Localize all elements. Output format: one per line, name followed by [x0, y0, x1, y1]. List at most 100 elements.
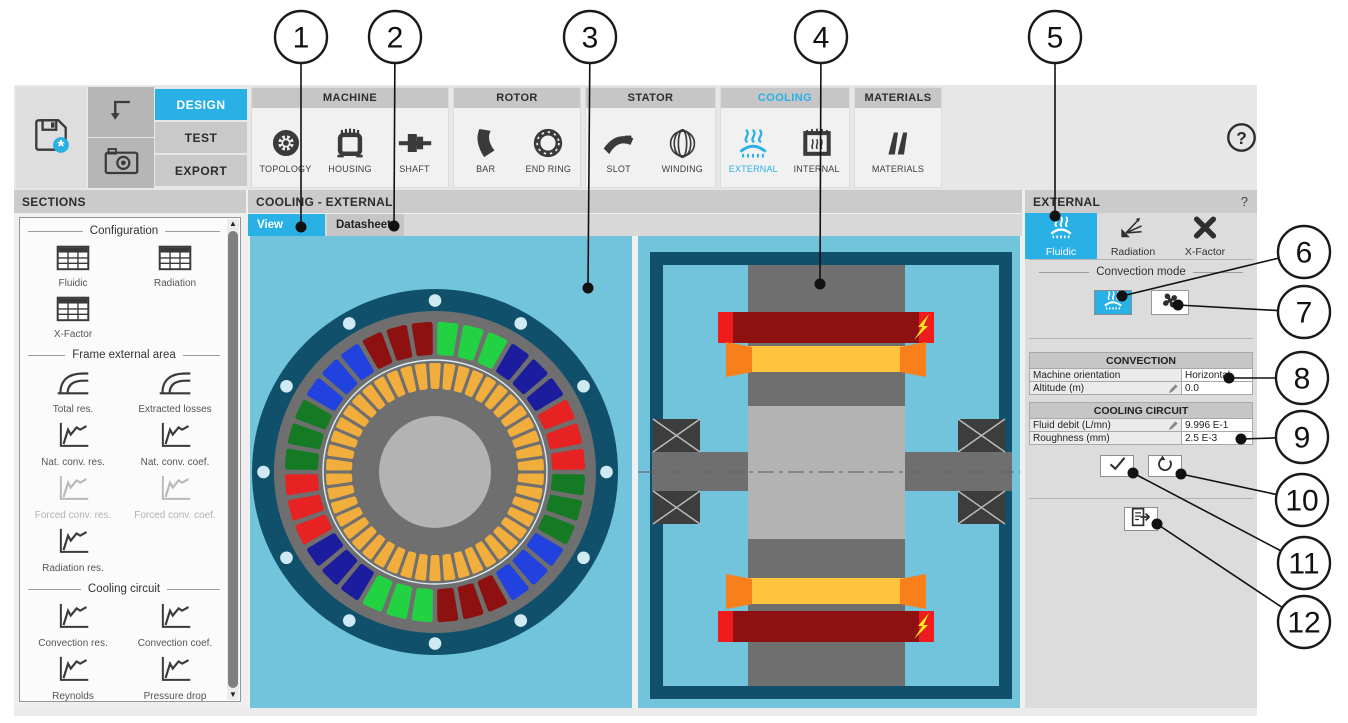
external-tab-x-factor[interactable]: X-Factor [1169, 213, 1241, 259]
tool-item-end-ring[interactable]: END RING [517, 123, 579, 174]
fan-icon [1158, 290, 1182, 316]
external-tab-radiation[interactable]: Radiation [1097, 213, 1169, 259]
external-icon [735, 123, 771, 163]
tool-item-slot[interactable]: SLOT [588, 123, 650, 174]
callout-circle-2 [369, 11, 421, 63]
section-item-total-res[interactable]: Total res. [22, 364, 124, 417]
section-item-x-factor[interactable]: X-Factor [22, 291, 124, 342]
section-item-label: Convection res. [38, 638, 107, 649]
tool-item-bar[interactable]: BAR [455, 123, 517, 174]
external-tabs: FluidicRadiationX-Factor [1025, 213, 1241, 259]
section-group-configuration-label: Configuration [28, 225, 220, 237]
table-row-altitude-m: Altitude (m)0.0 [1030, 382, 1253, 395]
callout-circle-1 [275, 11, 327, 63]
row-value[interactable]: 2.5 E-3 [1182, 432, 1253, 445]
callout-circle-3 [564, 11, 616, 63]
section-item-extracted-losses[interactable]: Extracted losses [124, 364, 226, 417]
external-panel: EXTERNAL ? FluidicRadiationX-Factor Conv… [1025, 190, 1257, 710]
radial-cross-section-view[interactable] [250, 236, 632, 708]
callout-number-4: 4 [813, 22, 830, 55]
sections-list: ConfigurationFluidicRadiationX-FactorFra… [22, 218, 226, 702]
tool-item-label: MATERIALS [872, 164, 924, 174]
view-tabbar: ViewDatasheet [248, 214, 1022, 236]
section-item-label: Convection coef. [138, 638, 213, 649]
tab-view[interactable]: View [248, 214, 325, 236]
external-tab-fluidic[interactable]: Fluidic [1025, 213, 1097, 259]
toolbar-group-title: STATOR [586, 88, 715, 108]
scroll-down-icon[interactable]: ▼ [227, 690, 239, 700]
section-item-label: Nat. conv. coef. [141, 457, 210, 468]
heatwaves-icon [1047, 215, 1075, 245]
callout-circle-4 [795, 11, 847, 63]
topology-icon [268, 123, 304, 163]
toolbar-groups: MACHINETOPOLOGYHOUSINGSHAFTROTORBAREND R… [251, 87, 942, 188]
natural-convection-button[interactable] [1094, 290, 1132, 315]
section-item-convection-res[interactable]: Convection res. [22, 598, 124, 651]
section-item-reynolds[interactable]: Reynolds [22, 651, 124, 702]
callout-number-6: 6 [1296, 237, 1313, 270]
section-item-radiation[interactable]: Radiation [124, 240, 226, 291]
undo-button[interactable] [88, 87, 154, 137]
tool-item-internal[interactable]: INTERNAL [786, 123, 848, 174]
heatwaves-icon [1101, 290, 1125, 316]
toolbar-group-title: MATERIALS [855, 88, 941, 108]
section-item-nat-conv-coef[interactable]: Nat. conv. coef. [124, 417, 226, 470]
divider [1029, 259, 1253, 260]
scroll-up-icon[interactable]: ▲ [227, 219, 239, 229]
end-ring-icon [531, 123, 565, 163]
row-value[interactable]: Horizontal [1182, 369, 1253, 382]
toolbar-group-machine: MACHINETOPOLOGYHOUSINGSHAFT [251, 87, 449, 188]
toolbar-group-body: TOPOLOGYHOUSINGSHAFT [252, 108, 448, 187]
export-results-button[interactable] [1124, 507, 1158, 531]
tab-datasheet[interactable]: Datasheet [327, 214, 404, 236]
mode-button-label: DESIGN [176, 98, 225, 112]
section-item-fluidic[interactable]: Fluidic [22, 240, 124, 291]
mode-button-test[interactable]: TEST [155, 122, 247, 153]
radial-cross-section-svg [250, 236, 632, 708]
tool-item-materials[interactable]: MATERIALS [867, 123, 929, 174]
chart-icon [55, 526, 91, 562]
convection-mode-label: Convection mode [1039, 266, 1243, 278]
screenshot-button[interactable] [88, 138, 154, 188]
apply-button[interactable] [1100, 455, 1134, 477]
edit-value-icon[interactable] [1168, 383, 1179, 397]
section-item-label: Fluidic [59, 278, 88, 289]
section-item-radiation-res[interactable]: Radiation res. [22, 523, 124, 576]
axial-cross-section-view[interactable] [638, 236, 1020, 708]
table-convection: CONVECTIONMachine orientationHorizontalA… [1029, 352, 1253, 395]
section-item-label: Extracted losses [138, 404, 211, 415]
section-item-convection-coef[interactable]: Convection coef. [124, 598, 226, 651]
tool-item-external[interactable]: EXTERNAL [722, 123, 784, 174]
reset-button[interactable] [1148, 455, 1182, 477]
section-item-forced-conv-coef: Forced conv. coef. [124, 470, 226, 523]
section-item-label: Forced conv. res. [35, 510, 112, 521]
tool-item-housing[interactable]: HOUSING [319, 123, 381, 174]
table-title: CONVECTION [1030, 353, 1253, 369]
scrollbar-thumb[interactable] [228, 231, 238, 688]
callout-number-1: 1 [293, 22, 310, 55]
external-help-link[interactable]: ? [1241, 194, 1248, 209]
toolbar-group-stator: STATOR SLOTWINDING [585, 87, 716, 188]
tool-item-shaft[interactable]: SHAFT [384, 123, 446, 174]
convection-mode-buttons [1025, 290, 1257, 315]
table-icon [55, 294, 91, 328]
sections-scrollbar[interactable]: ▲ ▼ [227, 219, 239, 700]
forced-convection-fan-button[interactable] [1151, 290, 1189, 315]
mode-button-label: EXPORT [175, 164, 227, 178]
toolbar-group-body: BAR END RING [454, 108, 580, 187]
tool-item-topology[interactable]: TOPOLOGY [255, 123, 317, 174]
row-label: Altitude (m) [1030, 382, 1182, 395]
help-button[interactable]: ? [1226, 122, 1257, 158]
section-item-nat-conv-res[interactable]: Nat. conv. res. [22, 417, 124, 470]
export-icon [1130, 507, 1152, 532]
chart-icon [157, 601, 193, 637]
save-button[interactable]: * [16, 87, 86, 188]
section-item-pressure-drop[interactable]: Pressure drop [124, 651, 226, 702]
row-value[interactable]: 0.0 [1182, 382, 1253, 395]
row-value[interactable]: 9.996 E-1 [1182, 419, 1253, 432]
tool-item-label: END RING [526, 164, 572, 174]
mode-button-export[interactable]: EXPORT [155, 155, 247, 186]
mode-button-design[interactable]: DESIGN [155, 89, 247, 120]
tool-item-winding[interactable]: WINDING [651, 123, 713, 174]
section-item-forced-conv-res: Forced conv. res. [22, 470, 124, 523]
